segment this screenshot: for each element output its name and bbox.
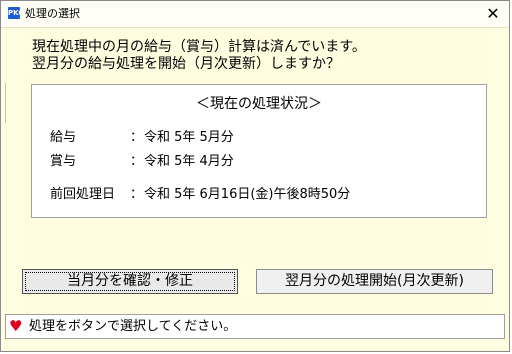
last-processed-value: 令和 5年 6月16日(金)午後8時50分 [144, 187, 351, 202]
title-bar[interactable]: PKO 処理の選択 ✕ [1, 1, 509, 28]
bonus-row: 賞与 ：令和 5年 4月分 [50, 153, 234, 170]
bonus-value: 令和 5年 4月分 [144, 154, 234, 169]
salary-label: 給与 [50, 130, 77, 145]
window-title: 処理の選択 [25, 7, 80, 20]
status-panel-title: ＜現在の処理状況＞ [196, 96, 322, 112]
dialog-window: PKO 処理の選択 ✕ 現在処理中の月の給与（賞与）計算は済んでいます。 翌月分… [0, 0, 510, 352]
bonus-colon: ： [130, 154, 144, 169]
question-line-2: 翌月分の給与処理を開始（月次更新）しますか？ [32, 56, 340, 72]
salary-colon: ： [130, 130, 144, 145]
bonus-label: 賞与 [50, 154, 77, 169]
window-edge [1, 83, 6, 123]
last-processed-row: 前回処理日 ：令和 5年 6月16日(金)午後8時50分 [50, 186, 350, 203]
status-panel: ＜現在の処理状況＞ 給与 ：令和 5年 5月分 賞与 ：令和 5年 4月分 前回処理… [31, 84, 487, 218]
confirm-current-month-button[interactable]: 当月分を確認・修正 [22, 269, 238, 294]
last-processed-label: 前回処理日 [50, 187, 116, 202]
question-line-1: 現在処理中の月の給与（賞与）計算は済んでいます。 [32, 39, 366, 55]
status-bar: ♥ 処理をボタンで選択してください。 [5, 314, 505, 339]
salary-row: 給与 ：令和 5年 5月分 [50, 129, 234, 146]
close-button[interactable]: ✕ [483, 4, 503, 24]
start-next-month-button[interactable]: 翌月分の処理開始(月次更新) [256, 269, 493, 294]
heart-icon: ♥ [9, 317, 23, 335]
salary-value: 令和 5年 5月分 [144, 130, 234, 145]
app-icon: PKO [8, 7, 25, 19]
question-text: 現在処理中の月の給与（賞与）計算は済んでいます。 翌月分の給与処理を開始（月次更… [32, 39, 366, 73]
last-processed-colon: ： [130, 187, 144, 202]
status-message: 処理をボタンで選択してください。 [29, 319, 237, 334]
